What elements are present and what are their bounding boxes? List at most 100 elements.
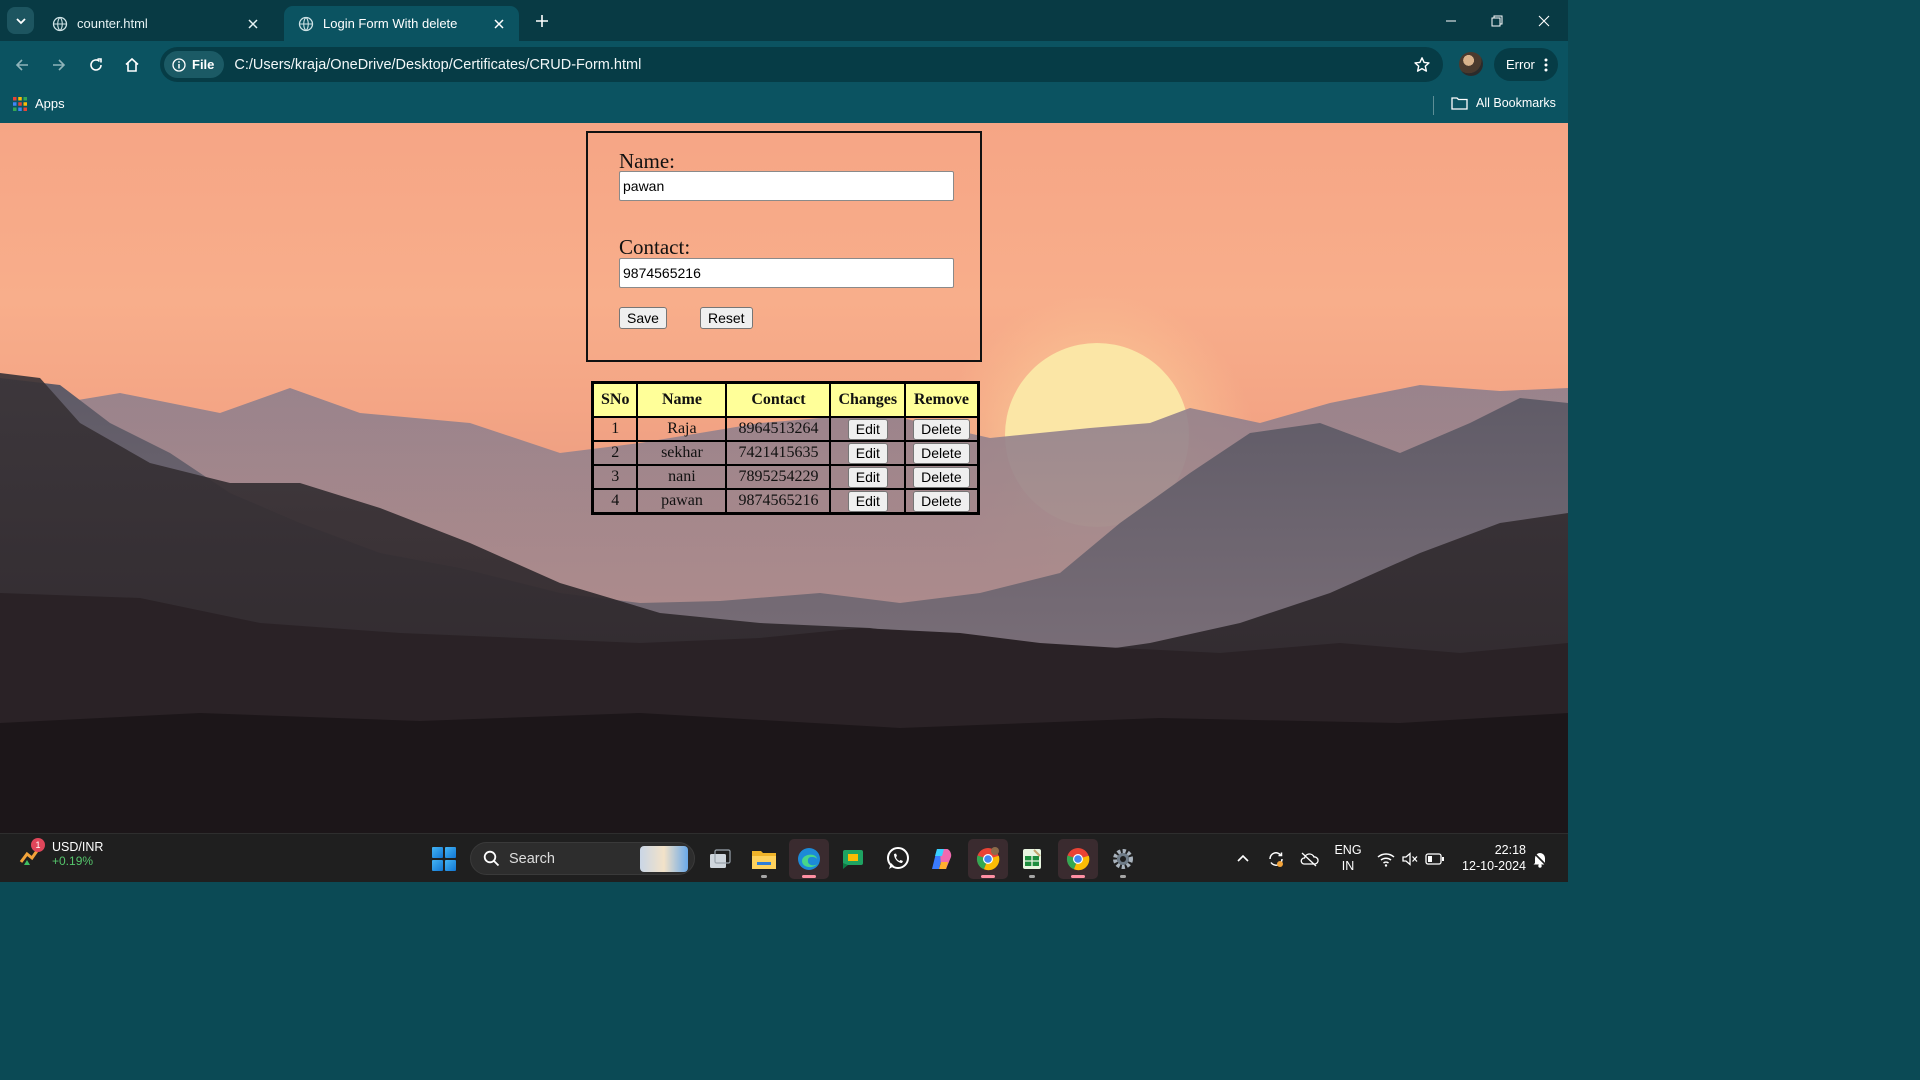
- cell-name: nani: [637, 465, 727, 489]
- running-indicator: [1120, 875, 1126, 878]
- arrow-left-icon: [15, 59, 28, 71]
- chrome-icon: [976, 847, 1000, 871]
- delete-button[interactable]: Delete: [913, 490, 970, 512]
- taskbar-search[interactable]: Search: [470, 842, 695, 875]
- edit-button[interactable]: Edit: [847, 490, 888, 512]
- reload-button[interactable]: [83, 52, 109, 78]
- copilot-button[interactable]: [922, 839, 962, 879]
- table-header-row: SNo Name Contact Changes Remove: [593, 383, 978, 417]
- close-window-button[interactable]: [1531, 8, 1557, 34]
- chrome-profile-button[interactable]: [968, 839, 1008, 879]
- apps-grid-icon: [13, 96, 27, 111]
- tab-login-form[interactable]: Login Form With delete: [284, 6, 519, 41]
- cell-name: sekhar: [637, 441, 727, 465]
- delete-button[interactable]: Delete: [913, 466, 970, 488]
- url-text[interactable]: C:/Users/kraja/OneDrive/Desktop/Certific…: [234, 57, 1409, 73]
- globe-icon: [298, 16, 314, 32]
- crud-form: Name: Contact: Save Reset: [586, 131, 982, 362]
- browser-tab-strip: counter.html Login Form With delete: [0, 0, 1568, 41]
- stock-chart-icon: 1: [19, 838, 45, 866]
- show-hidden-icons-button[interactable]: [1232, 848, 1254, 870]
- cell-contact: 8964513264: [726, 417, 831, 441]
- edit-button[interactable]: Edit: [847, 466, 888, 488]
- page-viewport: Name: Contact: Save Reset SNo Name Conta…: [0, 123, 1568, 833]
- task-view-button[interactable]: [700, 839, 740, 879]
- minimize-button[interactable]: [1438, 8, 1464, 34]
- cell-remove: Delete: [905, 441, 978, 465]
- tab-search-button[interactable]: [7, 7, 34, 34]
- home-icon: [125, 57, 139, 72]
- save-button[interactable]: Save: [619, 307, 667, 329]
- currency-widget[interactable]: 1 USD/INR +0.19%: [19, 838, 103, 868]
- chevron-down-icon: [15, 17, 26, 24]
- google-chat-button[interactable]: [833, 839, 873, 879]
- clock-time: 22:18: [1494, 843, 1526, 857]
- table-row: 3 nani 7895254229 Edit Delete: [593, 465, 978, 489]
- bookmark-apps[interactable]: Apps: [13, 96, 65, 111]
- info-icon: [172, 57, 186, 72]
- close-icon[interactable]: [245, 16, 261, 32]
- sheets-editor-button[interactable]: [1012, 839, 1052, 879]
- profile-avatar[interactable]: [1459, 52, 1483, 76]
- language-indicator[interactable]: ENG IN: [1333, 842, 1363, 874]
- cell-name: pawan: [637, 489, 727, 513]
- edge-button[interactable]: [789, 839, 829, 879]
- battery-tray-button[interactable]: [1424, 848, 1446, 870]
- site-info-chip[interactable]: File: [164, 51, 225, 78]
- all-bookmarks-label: All Bookmarks: [1476, 96, 1556, 110]
- spreadsheet-icon: [1023, 849, 1041, 869]
- system-clock[interactable]: 22:18 12-10-2024: [1452, 842, 1526, 874]
- file-explorer-button[interactable]: [744, 839, 784, 879]
- header-name: Name: [637, 383, 727, 417]
- bookmark-star-icon[interactable]: [1409, 52, 1435, 78]
- home-button[interactable]: [119, 52, 145, 78]
- cloud-offline-icon: [1300, 852, 1319, 867]
- start-button[interactable]: [432, 847, 456, 871]
- header-sno: SNo: [593, 383, 638, 417]
- tab-title: Login Form With delete: [323, 16, 458, 31]
- back-button[interactable]: [9, 52, 35, 78]
- reset-button[interactable]: Reset: [700, 307, 753, 329]
- address-bar[interactable]: File C:/Users/kraja/OneDrive/Desktop/Cer…: [160, 47, 1443, 82]
- cell-remove: Delete: [905, 489, 978, 513]
- volume-tray-button[interactable]: [1399, 848, 1421, 870]
- running-indicator: [1029, 875, 1035, 878]
- contact-label: Contact:: [619, 235, 691, 259]
- close-icon[interactable]: [491, 16, 507, 32]
- chevron-up-icon: [1237, 854, 1249, 862]
- delete-button[interactable]: Delete: [913, 442, 970, 464]
- notifications-button[interactable]: [1529, 848, 1551, 870]
- wifi-tray-button[interactable]: [1375, 848, 1397, 870]
- edit-button[interactable]: Edit: [847, 442, 888, 464]
- copilot-icon: [932, 849, 952, 869]
- records-table-wrapper: SNo Name Contact Changes Remove 1 Raja 8…: [591, 381, 980, 515]
- battery-icon: [1425, 853, 1444, 865]
- whatsapp-icon: [887, 847, 909, 869]
- windows-logo-tile: [445, 860, 456, 871]
- folder-icon: [1451, 97, 1468, 110]
- minimize-icon: [1446, 20, 1456, 22]
- cell-contact: 7895254229: [726, 465, 831, 489]
- restore-button[interactable]: [1484, 8, 1510, 34]
- windows-taskbar: 1 USD/INR +0.19% Search ENG IN 22:18 12-…: [0, 833, 1568, 882]
- bookmarks-bar: Apps All Bookmarks: [0, 88, 1568, 123]
- name-input[interactable]: [619, 171, 954, 201]
- profile-error-label: Error: [1506, 57, 1535, 72]
- whatsapp-button[interactable]: [878, 839, 918, 879]
- search-placeholder: Search: [509, 850, 555, 867]
- settings-button[interactable]: [1103, 839, 1143, 879]
- profile-error-button[interactable]: Error: [1494, 48, 1558, 81]
- onedrive-tray-button[interactable]: [1298, 848, 1320, 870]
- tab-counter[interactable]: counter.html: [38, 6, 273, 41]
- contact-input[interactable]: [619, 258, 954, 288]
- site-info-label: File: [192, 57, 215, 72]
- all-bookmarks-button[interactable]: All Bookmarks: [1451, 96, 1556, 110]
- sync-tray-button[interactable]: [1265, 848, 1287, 870]
- apps-label: Apps: [35, 96, 65, 111]
- running-indicator: [802, 875, 816, 878]
- forward-button[interactable]: [46, 52, 72, 78]
- edit-button[interactable]: Edit: [847, 418, 888, 440]
- delete-button[interactable]: Delete: [913, 418, 970, 440]
- chrome-button[interactable]: [1058, 839, 1098, 879]
- new-tab-button[interactable]: [531, 10, 553, 32]
